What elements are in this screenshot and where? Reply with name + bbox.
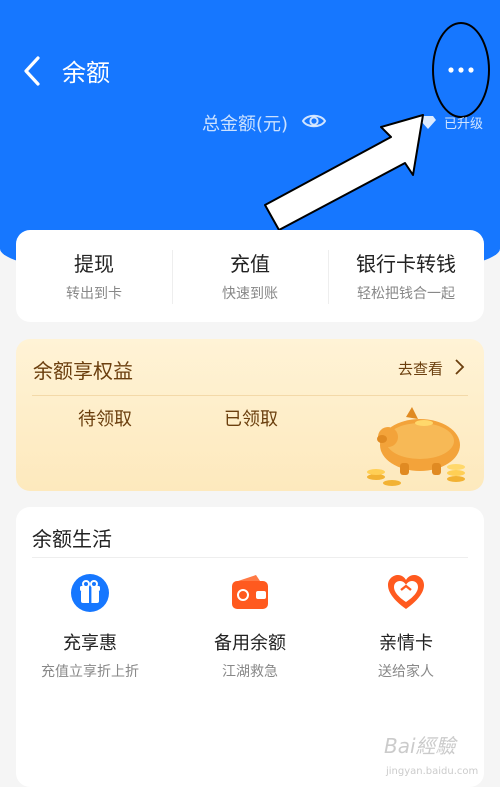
recharge-discount-item[interactable]: 充享惠 充值立享折上折 [12,573,168,681]
view-benefits-link[interactable]: 去查看 [398,358,443,379]
action-label: 银行卡转钱 [356,252,456,276]
service-sub: 充值立享折上折 [41,664,139,680]
withdraw-button[interactable]: 提现 转出到卡 [16,230,172,322]
service-sub: 送给家人 [378,664,434,680]
back-arrow-icon[interactable] [18,54,48,88]
service-label: 充享惠 [63,633,117,654]
service-label: 备用余额 [214,633,286,654]
piggy-bank-illustration [367,407,465,486]
action-label: 提现 [74,252,114,276]
top-up-button[interactable]: 充值 快速到账 [172,230,328,322]
service-label: 亲情卡 [379,633,433,654]
service-sub: 江湖救急 [222,664,278,680]
balance-benefits-card: 余额享权益 去查看 待领取 已领取 [16,339,484,491]
watermark-url: jingyan.baidu.com [386,766,479,777]
action-sub: 转出到卡 [66,286,122,302]
tab-claimed[interactable]: 已领取 [224,405,278,431]
upgrade-badge-label: 已升级 [444,117,484,132]
wallet-icon [232,575,268,609]
bank-card-transfer-button[interactable]: 银行卡转钱 轻松把钱合一起 [328,230,484,322]
annotation-circle [432,22,490,118]
tab-to-claim[interactable]: 待领取 [78,405,132,431]
page-title: 余额 [62,59,110,87]
action-label: 充值 [230,252,270,276]
section-title: 余额生活 [32,527,112,551]
gift-icon [71,574,109,612]
divider [32,557,468,558]
annotation-arrow-icon [264,114,424,231]
action-sub: 轻松把钱合一起 [357,286,455,302]
watermark: Bai經驗 [384,734,456,758]
action-sub: 快速到账 [222,286,278,302]
benefits-title: 余额享权益 [33,359,133,383]
family-card-item[interactable]: 亲情卡 送给家人 [328,573,484,681]
quick-actions-card: 提现 转出到卡 充值 快速到账 银行卡转钱 轻松把钱合一起 [16,230,484,322]
backup-balance-item[interactable]: 备用余额 江湖救急 [172,573,328,681]
heart-card-icon [388,575,424,609]
divider [32,395,468,396]
chevron-right-icon[interactable] [453,357,465,377]
